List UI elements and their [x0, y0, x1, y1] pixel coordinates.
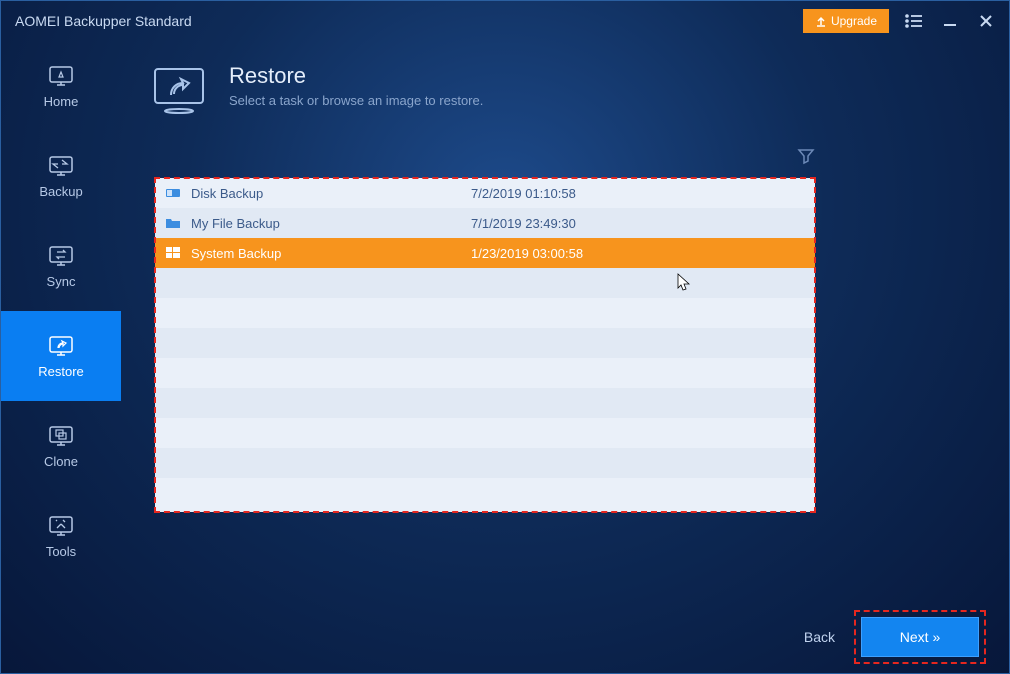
sidebar-item-label: Tools	[46, 544, 76, 559]
next-label: Next »	[900, 629, 940, 645]
filter-row	[155, 147, 815, 170]
sidebar-item-sync[interactable]: Sync	[1, 221, 121, 311]
upgrade-label: Upgrade	[831, 14, 877, 28]
folder-icon	[165, 215, 181, 231]
sidebar-item-clone[interactable]: Clone	[1, 401, 121, 491]
windows-icon	[165, 245, 181, 261]
sidebar-item-label: Backup	[39, 184, 82, 199]
task-row-empty	[155, 388, 815, 418]
page-header: Restore Select a task or browse an image…	[151, 63, 973, 119]
close-icon[interactable]	[977, 12, 995, 30]
restore-icon	[47, 334, 75, 358]
task-row-empty	[155, 418, 815, 448]
sidebar-item-restore[interactable]: Restore	[1, 311, 121, 401]
sidebar-item-label: Sync	[47, 274, 76, 289]
app-window: AOMEI Backupper Standard Upgrade Home Ba…	[0, 0, 1010, 674]
main-panel: Restore Select a task or browse an image…	[121, 41, 1009, 673]
restore-monitor-icon	[151, 63, 207, 119]
sidebar: Home Backup Sync Restore Clone Tools	[1, 41, 121, 673]
app-title: AOMEI Backupper Standard	[15, 13, 803, 29]
back-button[interactable]: Back	[804, 629, 835, 645]
disk-icon	[165, 185, 181, 201]
task-list: Disk Backup 7/2/2019 01:10:58 My File Ba…	[155, 178, 815, 512]
task-row-empty	[155, 448, 815, 478]
sync-icon	[47, 244, 75, 268]
sidebar-item-tools[interactable]: Tools	[1, 491, 121, 581]
tools-icon	[47, 514, 75, 538]
page-subtitle: Select a task or browse an image to rest…	[229, 93, 483, 108]
titlebar: AOMEI Backupper Standard Upgrade	[1, 1, 1009, 41]
task-name: My File Backup	[191, 216, 471, 231]
page-title: Restore	[229, 63, 483, 89]
sidebar-item-home[interactable]: Home	[1, 41, 121, 131]
footer: Back Next »	[804, 615, 981, 659]
task-row[interactable]: My File Backup 7/1/2019 23:49:30	[155, 208, 815, 238]
clone-icon	[47, 424, 75, 448]
upgrade-arrow-icon	[815, 15, 827, 27]
home-icon	[47, 64, 75, 88]
menu-list-icon[interactable]	[905, 12, 923, 30]
next-button-highlight: Next »	[859, 615, 981, 659]
task-date: 1/23/2019 03:00:58	[471, 246, 583, 261]
sidebar-item-label: Clone	[44, 454, 78, 469]
task-row-empty	[155, 478, 815, 508]
task-row-empty	[155, 328, 815, 358]
sidebar-item-label: Restore	[38, 364, 84, 379]
window-controls	[905, 12, 995, 30]
next-button[interactable]: Next »	[861, 617, 979, 657]
task-row[interactable]: Disk Backup 7/2/2019 01:10:58	[155, 178, 815, 208]
minimize-icon[interactable]	[941, 12, 959, 30]
sidebar-item-backup[interactable]: Backup	[1, 131, 121, 221]
task-date: 7/1/2019 23:49:30	[471, 216, 576, 231]
task-name: System Backup	[191, 246, 471, 261]
backup-icon	[47, 154, 75, 178]
task-name: Disk Backup	[191, 186, 471, 201]
task-row-empty	[155, 268, 815, 298]
task-row-empty	[155, 298, 815, 328]
task-row[interactable]: System Backup 1/23/2019 03:00:58	[155, 238, 815, 268]
upgrade-button[interactable]: Upgrade	[803, 9, 889, 33]
task-row-empty	[155, 358, 815, 388]
task-date: 7/2/2019 01:10:58	[471, 186, 576, 201]
filter-icon[interactable]	[797, 147, 815, 170]
sidebar-item-label: Home	[44, 94, 79, 109]
